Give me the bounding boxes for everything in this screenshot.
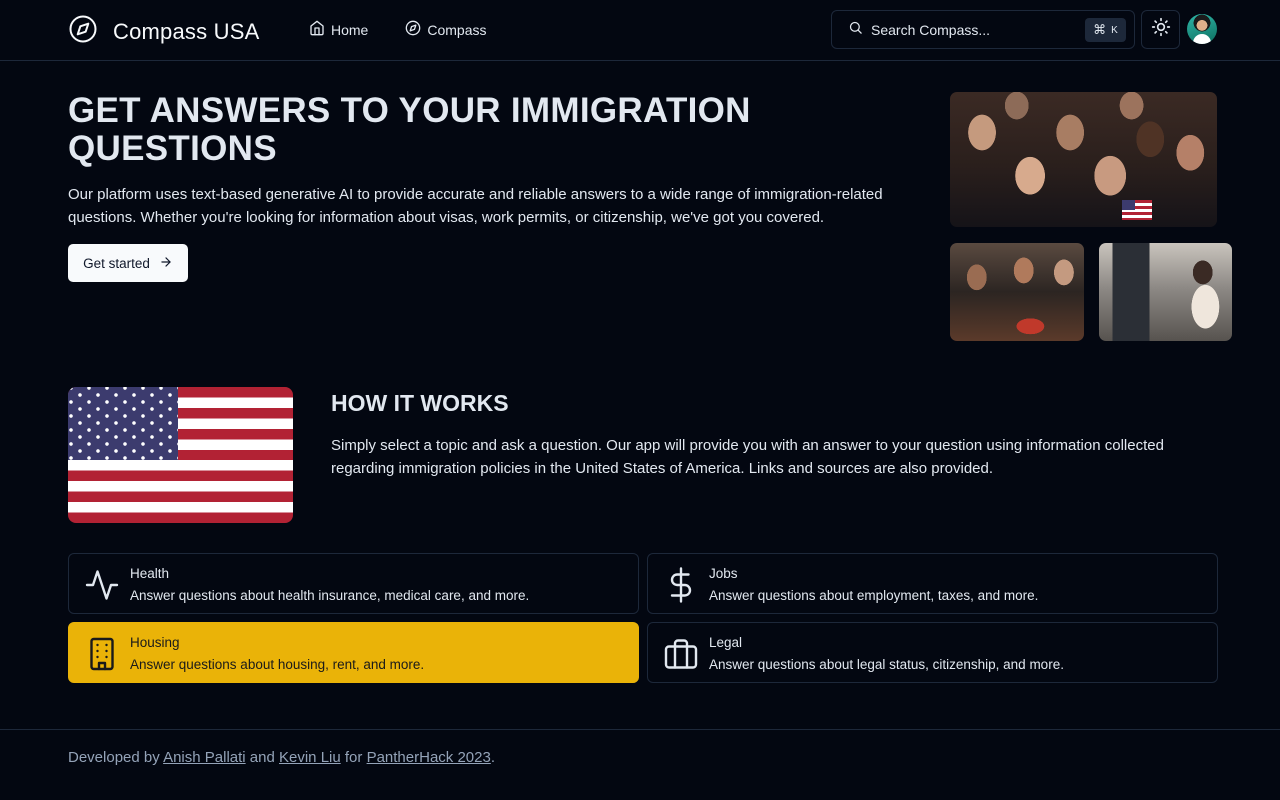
small-flag-in-photo (1122, 200, 1152, 220)
nav-compass-label: Compass (427, 21, 487, 38)
nav-home[interactable]: Home (309, 20, 368, 39)
how-it-works-title: HOW IT WORKS (331, 390, 509, 416)
topic-description: Answer questions about employment, taxes… (709, 588, 1039, 603)
topic-title: Housing (130, 635, 180, 650)
main-nav: Home Compass (309, 20, 487, 39)
event-link-pantherhack[interactable]: PantherHack 2023 (367, 749, 491, 766)
building-icon (84, 636, 120, 672)
hero-description: Our platform uses text-based generative … (68, 186, 883, 226)
sun-icon (1151, 17, 1171, 42)
theme-toggle-button[interactable] (1141, 10, 1180, 49)
arrow-right-icon (159, 255, 173, 272)
topic-title: Jobs (709, 566, 738, 581)
brand-name: Compass USA (113, 18, 260, 44)
nav-compass[interactable]: Compass (405, 20, 487, 39)
shortcut-badge: ⌘ K (1085, 18, 1126, 42)
get-started-label: Get started (83, 255, 150, 271)
nav-home-label: Home (331, 21, 369, 38)
topic-card-jobs[interactable]: Jobs Answer questions about employment, … (647, 553, 1218, 614)
brand[interactable]: Compass USA (68, 14, 259, 49)
footer-for: for (344, 749, 363, 766)
topic-title: Health (130, 566, 170, 581)
search-input[interactable]: Search Compass... ⌘ K (831, 10, 1135, 49)
author-link-anish[interactable]: Anish Pallati (163, 749, 246, 766)
topic-description: Answer questions about housing, rent, an… (130, 657, 425, 672)
compass-logo-icon (68, 14, 98, 49)
search-icon (848, 20, 863, 40)
compass-icon (405, 20, 421, 39)
command-key: ⌘ (1093, 22, 1107, 37)
home-icon (309, 20, 325, 39)
office-worker-photo (1099, 243, 1232, 341)
search-placeholder: Search Compass... (871, 21, 991, 38)
top-navbar: Compass USA Home Compass Search Compass.… (0, 0, 1280, 61)
author-link-kevin[interactable]: Kevin Liu (279, 749, 341, 766)
hero-title: GET ANSWERS TO YOUR IMMIGRATION QUESTION… (68, 91, 751, 168)
briefcase-icon (663, 636, 699, 672)
topic-card-health[interactable]: Health Answer questions about health ins… (68, 553, 639, 614)
us-flag-image (68, 387, 293, 523)
topic-card-legal[interactable]: Legal Answer questions about legal statu… (647, 622, 1218, 683)
footer-suffix: . (490, 749, 495, 766)
topic-title: Legal (709, 635, 743, 650)
k-key: K (1111, 24, 1118, 36)
topic-card-housing[interactable]: Housing Answer questions about housing, … (68, 622, 639, 683)
crowd-photo (950, 92, 1217, 227)
footer: Developed by Anish Pallati and Kevin Liu… (0, 729, 1280, 800)
how-it-works-description: Simply select a topic and ask a question… (331, 437, 1164, 477)
topic-description: Answer questions about health insurance,… (130, 588, 530, 603)
user-avatar[interactable] (1187, 14, 1217, 44)
topic-description: Answer questions about legal status, cit… (709, 657, 1064, 672)
footer-prefix: Developed by (68, 749, 160, 766)
footer-and: and (249, 749, 275, 766)
dollar-icon (663, 567, 699, 603)
activity-icon (84, 567, 120, 603)
footer-credits: Developed by Anish Pallati and Kevin Liu… (68, 749, 495, 766)
get-started-button[interactable]: Get started (68, 244, 188, 282)
students-photo (950, 243, 1084, 341)
flag-canton (68, 387, 178, 460)
